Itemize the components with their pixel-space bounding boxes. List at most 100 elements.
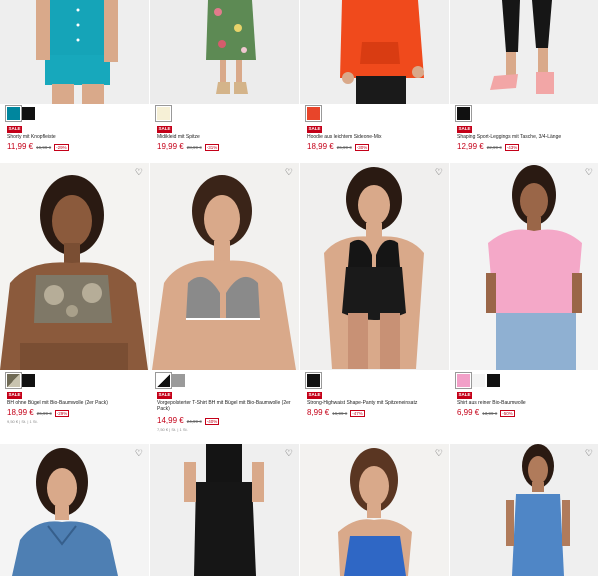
color-swatch[interactable] <box>155 372 172 389</box>
old-price: 22,99 € <box>486 145 502 150</box>
product-title[interactable]: Hoodie aus leichtem Sideone-Mix <box>307 134 445 140</box>
sale-badge: SALE <box>157 126 173 133</box>
product-card[interactable]: SALE Shorty mit Knopfleiste 11,99 € 16,9… <box>0 0 149 162</box>
heart-outline-icon[interactable]: ♡ <box>285 449 293 458</box>
price-row: 12,99 € 22,99 € -43% <box>457 142 520 151</box>
old-price: 26,99 € <box>336 145 352 150</box>
color-swatch[interactable] <box>22 107 35 120</box>
old-price: 16,99 € <box>332 411 348 416</box>
product-image[interactable] <box>150 0 299 104</box>
discount-badge: -50% <box>500 410 515 417</box>
heart-outline-icon[interactable]: ♡ <box>135 168 143 177</box>
color-swatches <box>5 105 35 122</box>
product-image[interactable]: ♡ <box>450 444 598 576</box>
color-swatch[interactable] <box>455 372 472 389</box>
price-row: 19,99 € 28,99 € -31% <box>157 142 220 151</box>
color-swatches <box>155 372 185 389</box>
sale-price: 12,99 € <box>457 142 484 151</box>
heart-outline-icon[interactable]: ♡ <box>135 449 143 458</box>
sale-price: 11,99 € <box>7 142 34 151</box>
discount-badge: -29% <box>54 144 69 151</box>
product-card[interactable]: SALE Midikleid mit Spitze 19,99 € 28,99 … <box>150 0 299 162</box>
product-card[interactable]: ♡ <box>300 444 449 576</box>
color-swatches <box>455 105 472 122</box>
product-card[interactable]: SALE Hoodie aus leichtem Sideone-Mix 18,… <box>300 0 449 162</box>
sale-badge: SALE <box>307 392 323 399</box>
product-card[interactable]: SALE Shaping Sport-Leggings mit Tasche, … <box>450 0 598 162</box>
sale-badge: SALE <box>157 392 173 399</box>
sale-badge: SALE <box>457 126 473 133</box>
product-grid: SALE Shorty mit Knopfleiste 11,99 € 16,9… <box>0 0 598 576</box>
color-swatch[interactable] <box>22 374 35 387</box>
product-image[interactable]: ♡ <box>300 444 449 576</box>
color-swatch[interactable] <box>487 374 500 387</box>
color-swatch[interactable] <box>172 374 185 387</box>
product-image[interactable]: ♡ <box>450 163 598 370</box>
price-row: 8,99 € 16,99 € -47% <box>307 408 365 417</box>
discount-badge: -29% <box>54 410 70 417</box>
discount-badge: -31% <box>204 144 220 151</box>
color-swatch[interactable] <box>155 105 172 122</box>
sale-badge: SALE <box>7 392 23 399</box>
product-card[interactable]: ♡ SALE BH ohne Bügel mit Bio-Baumwolle (… <box>0 163 149 443</box>
unit-price: 9,50 € | St. | 1 St. <box>7 419 38 424</box>
heart-outline-icon[interactable]: ♡ <box>585 168 593 177</box>
product-image[interactable] <box>450 0 598 104</box>
sale-price: 18,99 € <box>307 142 334 151</box>
sale-badge: SALE <box>457 392 473 399</box>
sale-price: 19,99 € <box>157 142 184 151</box>
product-title[interactable]: Midikleid mit Spitze <box>157 134 295 140</box>
price-row: 11,99 € 16,99 € -29% <box>7 142 69 151</box>
product-image[interactable] <box>300 0 449 104</box>
heart-outline-icon[interactable]: ♡ <box>585 449 593 458</box>
discount-badge: -30% <box>354 144 370 151</box>
heart-outline-icon[interactable]: ♡ <box>435 168 443 177</box>
old-price: 16,99 € <box>36 145 52 150</box>
product-card[interactable]: ♡ SALE Strong-Highwaist Shape-Panty mit … <box>300 163 449 443</box>
old-price: 26,99 € <box>36 411 52 416</box>
product-title[interactable]: Shirt aus reiner Bio-Baumwolle <box>457 400 595 406</box>
product-title[interactable]: Shaping Sport-Leggings mit Tasche, 3/4-L… <box>457 134 595 140</box>
product-image[interactable]: ♡ <box>300 163 449 370</box>
product-title[interactable]: Shorty mit Knopfleiste <box>7 134 145 140</box>
discount-badge: -47% <box>350 410 365 417</box>
product-title[interactable]: BH ohne Bügel mit Bio-Baumwolle (2er Pac… <box>7 400 145 406</box>
sale-badge: SALE <box>7 126 23 133</box>
product-image[interactable] <box>0 0 149 104</box>
sale-price: 8,99 € <box>307 408 330 417</box>
color-swatches <box>5 372 35 389</box>
product-card[interactable]: ♡ <box>150 444 299 576</box>
color-swatches <box>305 372 322 389</box>
price-row: 18,99 € 26,99 € -29% <box>7 408 70 417</box>
product-title[interactable]: Strong-Highwaist Shape-Panty mit Spitzen… <box>307 400 445 406</box>
old-price: 13,99 € <box>482 411 498 416</box>
product-card[interactable]: ♡ <box>450 444 598 576</box>
color-swatch[interactable] <box>5 105 22 122</box>
color-swatch[interactable] <box>305 105 322 122</box>
old-price: 24,99 € <box>186 419 202 424</box>
color-swatches <box>455 372 500 389</box>
product-title[interactable]: Vorgepolsterter T-Shirt BH mit Bügel mit… <box>157 400 295 412</box>
color-swatch[interactable] <box>305 372 322 389</box>
price-row: 6,99 € 13,99 € -50% <box>457 408 515 417</box>
product-card[interactable]: ♡ SALE Vorgepolsterter T-Shirt BH mit Bü… <box>150 163 299 443</box>
color-swatch[interactable] <box>455 105 472 122</box>
color-swatch[interactable] <box>472 374 485 387</box>
heart-outline-icon[interactable]: ♡ <box>285 168 293 177</box>
product-image[interactable]: ♡ <box>0 163 149 370</box>
unit-price: 7,50 € | St. | 1 St. <box>157 427 188 432</box>
product-image[interactable]: ♡ <box>0 444 149 576</box>
heart-outline-icon[interactable]: ♡ <box>435 449 443 458</box>
old-price: 28,99 € <box>186 145 202 150</box>
product-image[interactable]: ♡ <box>150 163 299 370</box>
color-swatches <box>155 105 172 122</box>
product-card[interactable]: ♡ SALE Shirt aus reiner Bio-Baumwolle 6,… <box>450 163 598 443</box>
product-card[interactable]: ♡ <box>0 444 149 576</box>
price-row: 14,99 € 24,99 € -40% <box>157 416 220 425</box>
color-swatch[interactable] <box>5 372 22 389</box>
discount-badge: -43% <box>504 144 520 151</box>
discount-badge: -40% <box>204 418 220 425</box>
product-image[interactable]: ♡ <box>150 444 299 576</box>
sale-badge: SALE <box>307 126 323 133</box>
sale-price: 6,99 € <box>457 408 480 417</box>
